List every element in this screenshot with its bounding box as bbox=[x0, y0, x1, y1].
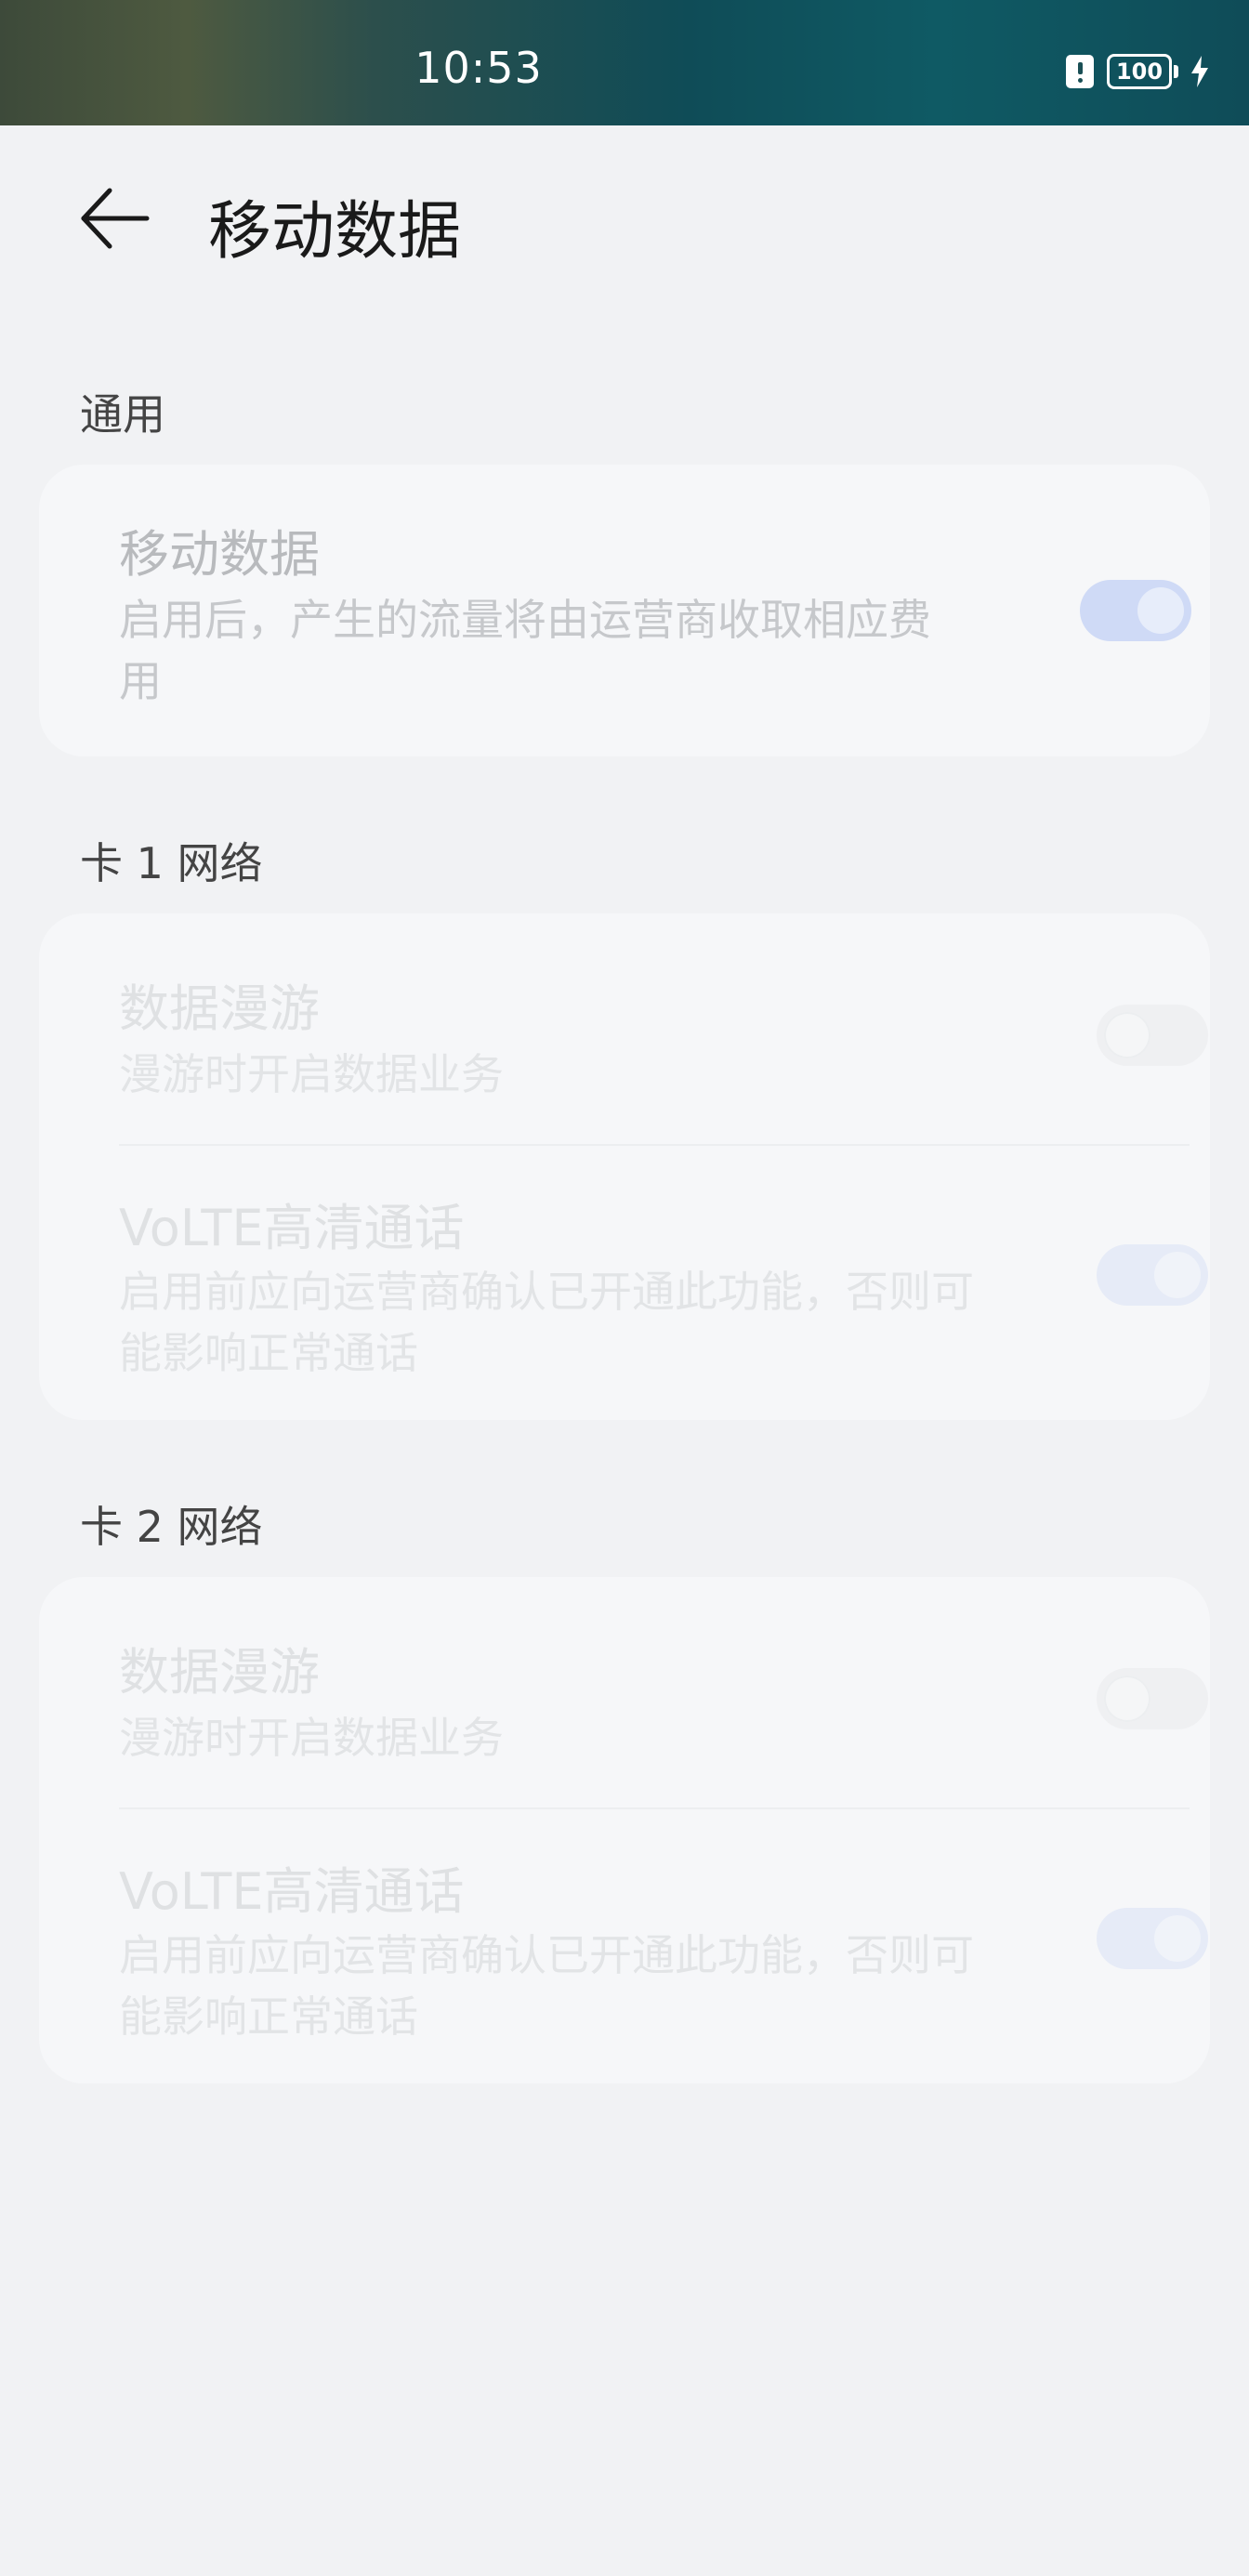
sim2-volte-description: 启用前应向运营商确认已开通此功能，否则可能影响正常通话 bbox=[119, 1930, 974, 2042]
page-title: 移动数据 bbox=[208, 195, 462, 269]
sim-alert-icon bbox=[1066, 55, 1094, 88]
page-header: 移动数据 bbox=[0, 125, 1249, 311]
sim1-data-roaming-toggle[interactable] bbox=[1097, 1005, 1208, 1066]
sim2-volte-toggle[interactable] bbox=[1097, 1908, 1208, 1969]
sim1-volte-toggle[interactable] bbox=[1097, 1244, 1208, 1306]
sim2-data-roaming-row[interactable]: 数据漫游 漫游时开启数据业务 bbox=[80, 1577, 1208, 1807]
section-header-sim2: 卡 2 网络 bbox=[80, 1502, 263, 1552]
toggle-knob bbox=[1104, 1676, 1150, 1722]
sim2-data-roaming-title: 数据漫游 bbox=[119, 1643, 320, 1702]
sim1-data-roaming-description: 漫游时开启数据业务 bbox=[119, 1049, 504, 1099]
sim2-volte-title: VoLTE高清通话 bbox=[119, 1862, 465, 1921]
toggle-knob bbox=[1104, 1012, 1150, 1058]
card-sim2: 数据漫游 漫游时开启数据业务 VoLTE高清通话 启用前应向运营商确认已开通此功… bbox=[39, 1577, 1210, 2083]
sim1-volte-title: VoLTE高清通话 bbox=[119, 1199, 465, 1257]
arrow-left-icon[interactable] bbox=[76, 181, 151, 256]
battery-icon: 100 bbox=[1107, 54, 1178, 89]
status-icons: 100 bbox=[1066, 54, 1208, 89]
sim2-data-roaming-description: 漫游时开启数据业务 bbox=[119, 1713, 504, 1763]
mobile-data-title: 移动数据 bbox=[119, 525, 320, 584]
battery-tip bbox=[1174, 65, 1178, 78]
toggle-knob bbox=[1137, 587, 1184, 634]
charging-icon bbox=[1191, 56, 1208, 87]
mobile-data-toggle[interactable] bbox=[1080, 580, 1191, 641]
sim2-volte-row[interactable]: VoLTE高清通话 启用前应向运营商确认已开通此功能，否则可能影响正常通话 bbox=[80, 1809, 1208, 2083]
status-bar: 10:53 100 bbox=[0, 0, 1249, 125]
toggle-knob bbox=[1154, 1252, 1201, 1298]
mobile-data-description: 启用后，产生的流量将由运营商收取相应费用 bbox=[119, 595, 931, 706]
battery-level: 100 bbox=[1107, 54, 1172, 89]
mobile-data-row[interactable]: 移动数据 启用后，产生的流量将由运营商收取相应费用 bbox=[80, 465, 1191, 756]
status-time: 10:53 bbox=[414, 43, 543, 93]
card-sim1: 数据漫游 漫游时开启数据业务 VoLTE高清通话 启用前应向运营商确认已开通此功… bbox=[39, 913, 1210, 1420]
section-header-general: 通用 bbox=[80, 389, 165, 440]
sim1-volte-row[interactable]: VoLTE高清通话 启用前应向运营商确认已开通此功能，否则可能影响正常通话 bbox=[80, 1146, 1208, 1420]
sim1-data-roaming-row[interactable]: 数据漫游 漫游时开启数据业务 bbox=[80, 913, 1208, 1144]
section-header-sim1: 卡 1 网络 bbox=[80, 838, 263, 888]
toggle-knob bbox=[1154, 1915, 1201, 1962]
sim1-volte-description: 启用前应向运营商确认已开通此功能，否则可能影响正常通话 bbox=[119, 1267, 974, 1378]
sim2-data-roaming-toggle[interactable] bbox=[1097, 1668, 1208, 1729]
card-general: 移动数据 启用后，产生的流量将由运营商收取相应费用 bbox=[39, 465, 1210, 756]
sim1-data-roaming-title: 数据漫游 bbox=[119, 979, 320, 1038]
